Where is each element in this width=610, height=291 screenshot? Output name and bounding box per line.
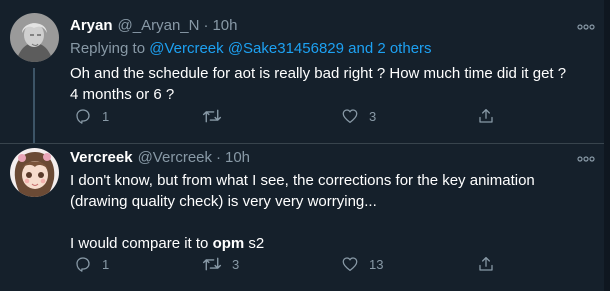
author-name[interactable]: Vercreek — [70, 149, 133, 166]
replying-to-prefix: Replying to — [70, 40, 150, 57]
tweet-vercreek[interactable]: Vercreek @Vercreek · 10h I don't know, b… — [0, 143, 610, 291]
text-prefix: I would compare it to — [70, 235, 213, 252]
tweet-text-line: 4 months or 6 ? — [70, 86, 175, 103]
like-count: 13 — [369, 256, 384, 272]
avatar-aryan-image — [10, 13, 59, 62]
tweet-aryan[interactable]: Aryan @_Aryan_N · 10h Replying to @Vercr… — [0, 0, 610, 143]
share-icon — [479, 108, 493, 123]
author-name[interactable]: Aryan — [70, 17, 113, 34]
share-button[interactable] — [477, 255, 495, 273]
avatar-vercreek-image — [10, 148, 59, 197]
reply-button[interactable]: 1 — [74, 255, 109, 273]
reply-icon — [76, 109, 90, 124]
share-icon — [479, 256, 493, 271]
tweet-text: I don't know, but from what I see, the c… — [70, 170, 590, 254]
tweet-time[interactable]: 10h — [225, 149, 250, 166]
share-button[interactable] — [477, 107, 495, 125]
retweet-button[interactable]: 3 — [202, 255, 239, 273]
retweet-count: 3 — [232, 256, 240, 272]
reply-icon — [76, 257, 90, 272]
retweet-icon — [202, 257, 222, 271]
tweet-actions: 1 3 13 — [70, 255, 510, 277]
like-icon — [342, 109, 358, 124]
separator-dot: · — [216, 149, 221, 166]
tweet-actions: 1 3 — [70, 107, 510, 129]
avatar-aryan[interactable] — [10, 13, 59, 62]
author-handle[interactable]: @Vercreek — [138, 149, 212, 166]
retweet-button[interactable] — [202, 107, 232, 125]
tweet-text-line: Oh and the schedule for aot is really ba… — [70, 65, 567, 82]
more-options-button[interactable] — [576, 20, 596, 34]
tweet-header: Aryan @_Aryan_N · 10h — [70, 17, 238, 34]
tweet-time[interactable]: 10h — [212, 17, 237, 34]
thread-connector-line — [33, 68, 35, 143]
more-icon — [577, 156, 595, 162]
mention-others[interactable]: and 2 others — [348, 40, 431, 57]
author-handle[interactable]: @_Aryan_N — [118, 17, 200, 34]
mention-vercreek[interactable]: @Vercreek — [149, 40, 223, 57]
like-count: 3 — [369, 108, 377, 124]
tweet-header: Vercreek @Vercreek · 10h — [70, 149, 250, 166]
more-options-button[interactable] — [576, 152, 596, 166]
like-button[interactable]: 3 — [341, 107, 376, 125]
mention-sake[interactable]: @Sake31456829 — [228, 40, 344, 57]
text-suffix: s2 — [244, 235, 265, 252]
replying-to: Replying to @Vercreek @Sake31456829 and … — [70, 40, 432, 57]
scrollbar-track[interactable] — [604, 0, 610, 291]
tweet-text-line: I don't know, but from what I see, the c… — [70, 172, 535, 189]
tweet-text-line: I would compare it to opm s2 — [70, 233, 590, 254]
more-icon — [577, 24, 595, 30]
like-icon — [342, 257, 358, 272]
retweet-icon — [202, 109, 222, 123]
reply-button[interactable]: 1 — [74, 107, 109, 125]
reply-count: 1 — [102, 108, 110, 124]
like-button[interactable]: 13 — [341, 255, 383, 273]
tweet-text: Oh and the schedule for aot is really ba… — [70, 63, 590, 105]
reply-count: 1 — [102, 256, 110, 272]
separator-dot: · — [203, 17, 209, 34]
text-bold: opm — [212, 235, 245, 252]
tweet-text-line: (drawing quality check) is very very wor… — [70, 193, 377, 210]
avatar-vercreek[interactable] — [10, 148, 59, 197]
